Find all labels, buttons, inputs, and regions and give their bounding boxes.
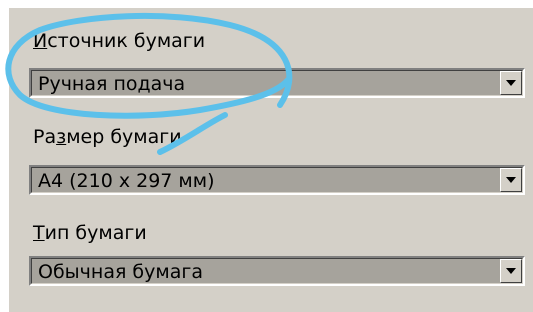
paper-source-dropdown-button[interactable] <box>500 71 522 95</box>
chevron-down-icon <box>506 177 516 183</box>
paper-type-field: Обычная бумага <box>31 258 523 284</box>
paper-source-value: Ручная подача <box>38 73 186 95</box>
paper-size-field: A4 (210 x 297 мм) <box>31 167 523 193</box>
paper-source-label: Источник бумаги <box>33 30 206 52</box>
paper-type-dropdown-button[interactable] <box>500 259 522 283</box>
paper-size-value: A4 (210 x 297 мм) <box>38 170 215 192</box>
paper-source-select[interactable]: Ручная подача <box>29 68 525 98</box>
paper-size-select[interactable]: A4 (210 x 297 мм) <box>29 165 525 195</box>
paper-type-value: Обычная бумага <box>38 261 203 283</box>
paper-source-field: Ручная подача <box>31 70 523 96</box>
paper-type-label: Тип бумаги <box>33 222 147 244</box>
paper-type-select[interactable]: Обычная бумага <box>29 256 525 286</box>
chevron-down-icon <box>506 80 516 86</box>
chevron-down-icon <box>506 268 516 274</box>
paper-size-label: Размер бумаги <box>33 126 182 148</box>
paper-size-dropdown-button[interactable] <box>500 168 522 192</box>
